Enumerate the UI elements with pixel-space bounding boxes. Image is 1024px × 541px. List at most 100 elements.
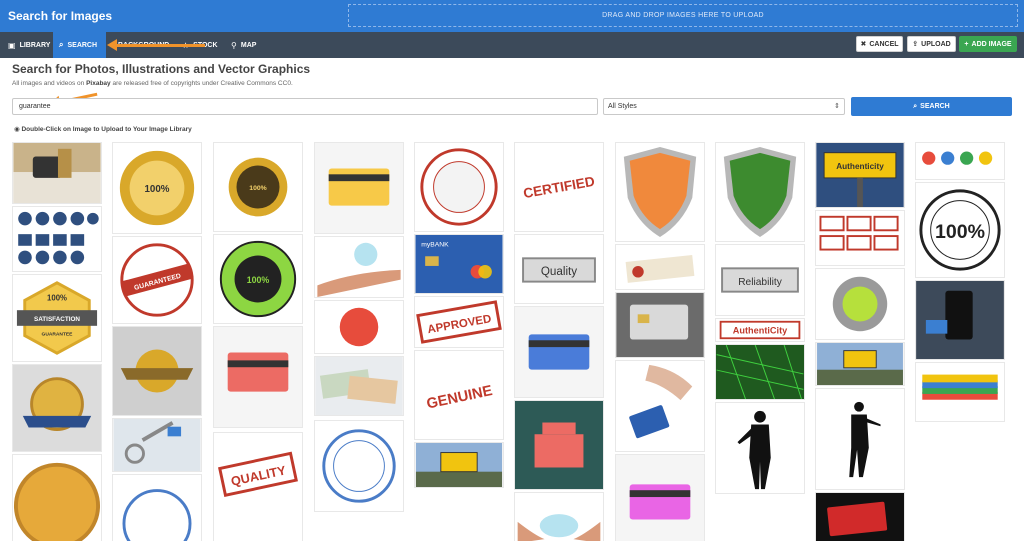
gallery-thumbnail[interactable]: 100% (213, 142, 303, 232)
gallery-thumbnail[interactable] (815, 210, 905, 266)
hand-card-image (629, 364, 693, 439)
tab-search[interactable]: ⌕ SEARCH (53, 32, 106, 58)
gallery-thumbnail[interactable] (715, 402, 805, 494)
gallery-thumbnail[interactable] (414, 142, 504, 232)
gallery-thumbnail[interactable]: APPROVED (414, 296, 504, 348)
gallery-thumbnail[interactable]: Quality (514, 234, 604, 304)
card-terminal-image (916, 281, 1004, 359)
gallery-thumbnail[interactable] (915, 280, 1005, 360)
gallery-thumbnail[interactable]: 100% (915, 182, 1005, 278)
authenticity-sign-text: Authenticity (836, 162, 884, 171)
gallery-thumbnail[interactable] (715, 344, 805, 400)
gallery-thumbnail[interactable]: 100% (213, 234, 303, 324)
gallery-thumbnail[interactable] (615, 244, 705, 290)
gallery-thumbnail[interactable] (12, 364, 102, 452)
gallery-thumbnail[interactable]: 100% (112, 142, 202, 234)
license-note: All images and videos on Pixabay are rel… (12, 80, 293, 87)
pixabay-link[interactable]: Pixabay (86, 80, 111, 87)
gallery-thumbnail[interactable] (112, 474, 202, 541)
gallery-thumbnail[interactable] (314, 356, 404, 416)
100-percent-stamps-image (819, 215, 899, 251)
search-input[interactable]: guarantee (12, 98, 598, 115)
authenti-city-road-image (817, 343, 903, 385)
authenticity-sign-image: Authenticity (816, 143, 904, 207)
gallery-thumbnail[interactable] (314, 142, 404, 234)
badge-100-text: 100% (47, 293, 67, 302)
style-select-value: All Styles (608, 103, 637, 110)
cancel-button-label: CANCEL (869, 40, 899, 48)
gallery-thumbnail[interactable] (12, 454, 102, 541)
gallery-thumbnail[interactable]: QUALITY (213, 432, 303, 541)
gallery-thumbnail[interactable]: AuthentiCity (715, 318, 805, 342)
search-icon: ⌕ (59, 40, 64, 49)
magenta-card-image (616, 455, 704, 541)
red-seal-image (339, 307, 379, 347)
gallery-thumbnail[interactable] (112, 418, 202, 472)
tab-search-label: SEARCH (67, 41, 98, 49)
gallery-thumbnail[interactable] (715, 142, 805, 242)
security-matrix-image (716, 345, 804, 399)
cash-register-image (534, 422, 584, 468)
credit-cards-photo-image (616, 293, 704, 357)
gallery-thumbnail[interactable]: Authenticity (815, 142, 905, 208)
authenticity-stamp-image: AuthentiCity (719, 320, 801, 340)
chevron-updown-icon: ⇕ (834, 103, 840, 110)
gallery-thumbnail[interactable] (815, 268, 905, 340)
gallery-thumbnail[interactable] (615, 454, 705, 541)
tab-library[interactable]: ▣ LIBRARY (2, 32, 56, 58)
top-header: Search for Images DRAG AND DROP IMAGES H… (0, 0, 1024, 32)
colorful-cards-stack-image (922, 374, 998, 400)
genuine-stamp-text: GENUINE (425, 383, 494, 413)
tab-map[interactable]: ⚲ MAP (225, 32, 262, 58)
control-gear-image (832, 276, 888, 332)
upload-hint: ◉ Double-Click on Image to Upload to You… (14, 125, 192, 133)
gallery-thumbnail[interactable] (514, 492, 604, 541)
gallery-thumbnail[interactable]: Reliability (715, 244, 805, 316)
cancel-button[interactable]: ✖ CANCEL (856, 36, 903, 52)
satisfaction-seal-text: 100% (249, 185, 266, 192)
gallery-thumbnail[interactable] (314, 300, 404, 354)
gallery-thumbnail[interactable] (314, 420, 404, 512)
upload-hint-text: Double-Click on Image to Upload to Your … (21, 126, 192, 133)
red-card-dark-image (827, 501, 888, 537)
gallery-thumbnail[interactable] (815, 492, 905, 541)
gallery-thumbnail[interactable] (615, 360, 705, 452)
gallery-thumbnail[interactable]: myBANK (414, 234, 504, 294)
gallery-thumbnail[interactable] (414, 442, 504, 488)
badge-satisfaction-text: SATISFACTION (34, 316, 80, 323)
gallery-thumbnail[interactable] (815, 388, 905, 490)
style-select[interactable]: All Styles ⇕ (603, 98, 845, 115)
gallery-thumbnail[interactable] (915, 142, 1005, 180)
gallery-thumbnail[interactable] (915, 362, 1005, 422)
upload-dropzone[interactable]: DRAG AND DROP IMAGES HERE TO UPLOAD (348, 4, 1018, 27)
upload-button[interactable]: ⇪ UPLOAD (907, 36, 956, 52)
gallery-thumbnail[interactable] (213, 326, 303, 428)
license-note-post: are released free of copyrights under Cr… (112, 80, 293, 87)
gallery-thumbnail[interactable] (314, 236, 404, 298)
gallery-thumbnail[interactable] (815, 342, 905, 386)
hands-car-image (517, 514, 601, 541)
gallery-thumbnail[interactable] (12, 142, 102, 204)
gallery-thumbnail[interactable]: GENUINE (414, 350, 504, 440)
gallery-thumbnail[interactable] (615, 292, 705, 358)
gallery-thumbnail[interactable]: CERTIFIED (514, 142, 604, 232)
page-title: Search for Photos, Illustrations and Vec… (12, 62, 311, 76)
gallery-thumbnail[interactable] (514, 400, 604, 490)
seal-100-text: 100% (145, 184, 170, 195)
upload-icon: ⇪ (912, 41, 919, 48)
badge-guarantee-text: GUARANTEE (42, 332, 74, 338)
gallery-thumbnail[interactable] (514, 306, 604, 398)
man-silhouette-image (737, 410, 771, 490)
gallery-thumbnail[interactable] (12, 206, 102, 272)
gallery-thumbnail[interactable]: 100% SATISFACTION GUARANTEE (12, 274, 102, 362)
reliability-text: Reliability (738, 277, 783, 288)
app-title: Search for Images (8, 9, 113, 23)
gallery-thumbnail[interactable] (112, 326, 202, 416)
plus-icon: + (964, 40, 969, 48)
gallery-thumbnail[interactable]: GUARANTEED (112, 236, 202, 324)
search-button[interactable]: ⌕ SEARCH (851, 97, 1012, 116)
gallery-thumbnail[interactable] (615, 142, 705, 242)
add-image-button[interactable]: + ADD IMAGE (959, 36, 1017, 52)
camera-icon: ◉ (14, 126, 20, 133)
quality-label-text: Quality (541, 265, 577, 278)
